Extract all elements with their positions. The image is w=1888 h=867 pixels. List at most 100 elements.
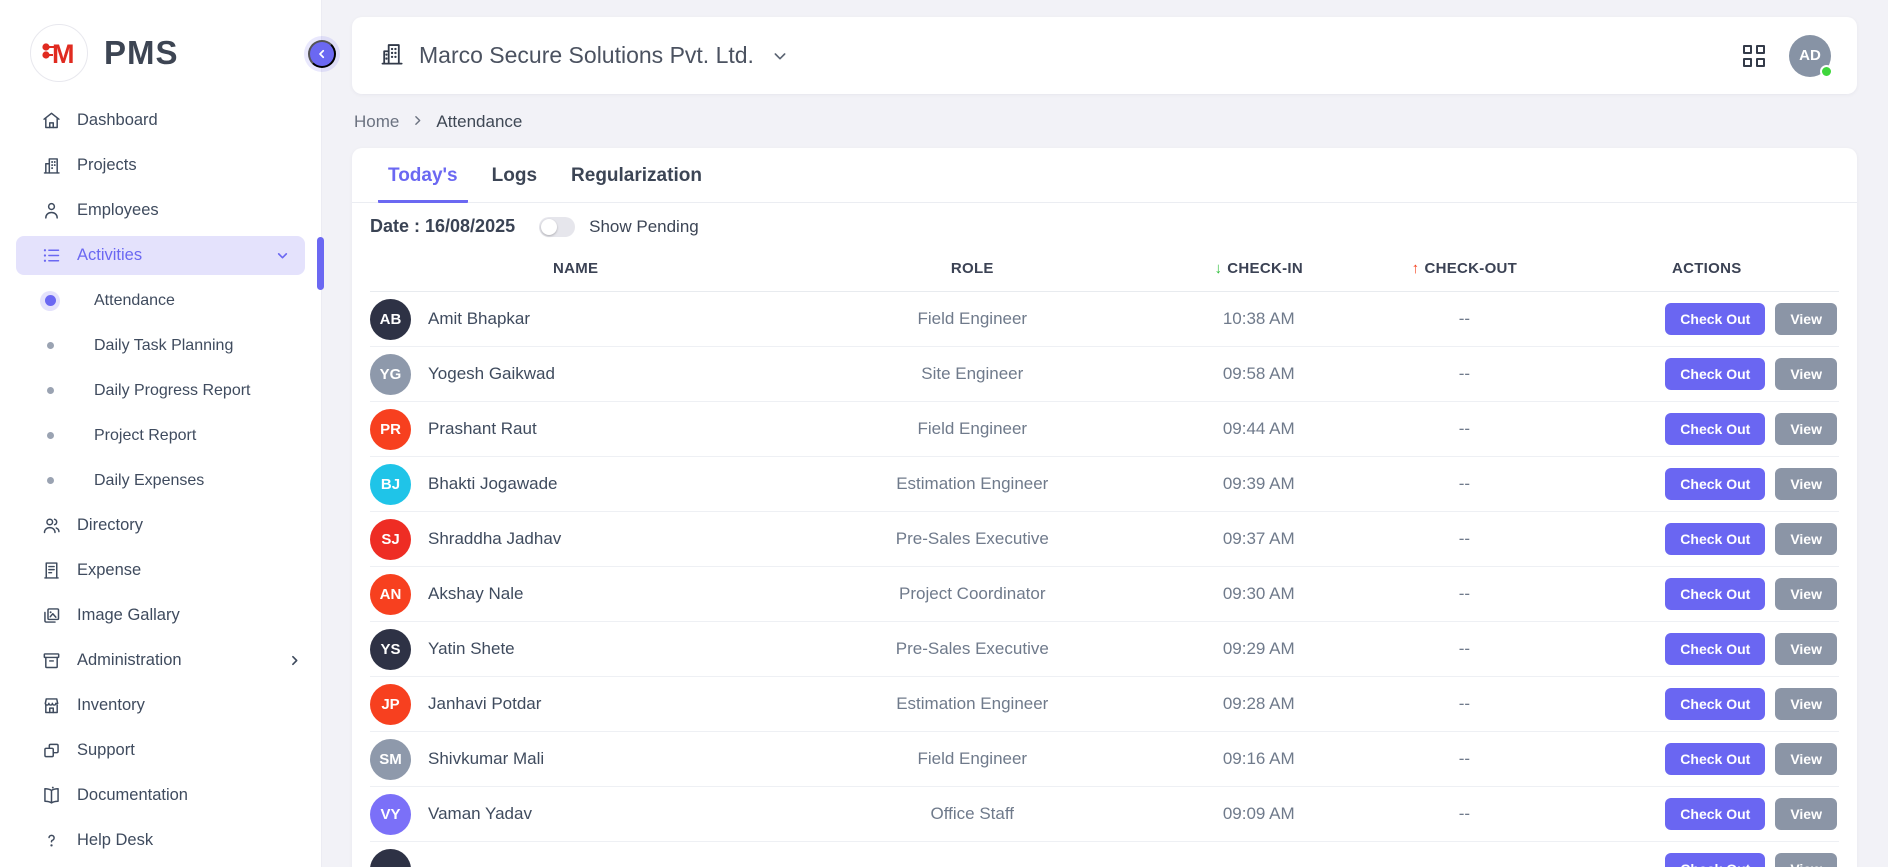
check-out-button[interactable]: Check Out <box>1665 358 1765 390</box>
view-button[interactable]: View <box>1775 633 1837 665</box>
header-check-in: ↓CHECK-IN <box>1163 260 1354 277</box>
check-out-button[interactable]: Check Out <box>1665 633 1765 665</box>
show-pending-label: Show Pending <box>589 217 699 237</box>
sidebar-item-help-desk[interactable]: Help Desk <box>0 818 321 863</box>
check-out-button[interactable]: Check Out <box>1665 468 1765 500</box>
check-out-button[interactable]: Check Out <box>1665 523 1765 555</box>
breadcrumb: Home Attendance <box>352 94 1857 148</box>
view-button[interactable]: View <box>1775 578 1837 610</box>
book-icon <box>40 785 62 807</box>
avatar: JP <box>370 684 411 725</box>
sidebar-item-directory[interactable]: Directory <box>0 503 321 548</box>
check-out-button[interactable]: Check Out <box>1665 798 1765 830</box>
table-row: YG Yogesh Gaikwad Site Engineer 09:58 AM… <box>370 347 1839 402</box>
header-actions: ACTIONS <box>1575 260 1839 277</box>
receipt-icon <box>40 560 62 582</box>
building-icon <box>40 155 62 177</box>
pms-logo-icon: M <box>30 24 88 82</box>
sidebar-item-label: Documentation <box>77 786 188 805</box>
avatar: YS <box>370 629 411 670</box>
sidebar-item-label: Daily Progress Report <box>94 382 251 400</box>
sidebar-item-daily-expenses[interactable]: Daily Expenses <box>0 458 321 503</box>
cell-role: Pre-Sales Executive <box>781 639 1163 659</box>
sidebar-item-attendance[interactable]: Attendance <box>0 278 321 323</box>
cell-check-out: -- <box>1354 584 1574 604</box>
user-avatar[interactable]: AD <box>1789 35 1831 77</box>
sidebar-item-label: Project Report <box>94 427 196 445</box>
check-out-button[interactable]: Check Out <box>1665 743 1765 775</box>
chevron-down-icon <box>276 249 289 262</box>
show-pending-toggle[interactable] <box>539 217 575 237</box>
employee-name: Vaman Yadav <box>428 804 532 824</box>
cell-name <box>370 849 781 867</box>
avatar: AN <box>370 574 411 615</box>
cell-name: JP Janhavi Potdar <box>370 684 781 725</box>
sidebar-item-documentation[interactable]: Documentation <box>0 773 321 818</box>
dot-icon <box>40 426 60 446</box>
cell-name: YG Yogesh Gaikwad <box>370 354 781 395</box>
cell-check-out: -- <box>1354 694 1574 714</box>
app-root: M PMS DashboardProjectsEmployeesActiviti… <box>0 0 1888 867</box>
breadcrumb-current: Attendance <box>436 112 522 132</box>
sidebar-item-project-report[interactable]: Project Report <box>0 413 321 458</box>
sidebar-item-activities[interactable]: Activities <box>16 236 305 275</box>
cell-name: AB Amit Bhapkar <box>370 299 781 340</box>
view-button[interactable]: View <box>1775 523 1837 555</box>
breadcrumb-home[interactable]: Home <box>354 112 399 132</box>
cell-name: BJ Bhakti Jogawade <box>370 464 781 505</box>
breadcrumb-separator-icon <box>411 114 424 130</box>
sidebar-item-label: Activities <box>77 246 142 265</box>
view-button[interactable]: View <box>1775 358 1837 390</box>
cell-actions: Check Out View <box>1575 798 1839 830</box>
sidebar-item-daily-task-planning[interactable]: Daily Task Planning <box>0 323 321 368</box>
sidebar-item-image-gallary[interactable]: Image Gallary <box>0 593 321 638</box>
building-icon <box>378 40 405 72</box>
sidebar-collapse-button[interactable] <box>308 40 336 68</box>
tab-todays[interactable]: Today's <box>378 148 468 203</box>
view-button[interactable]: View <box>1775 468 1837 500</box>
sidebar-item-projects[interactable]: Projects <box>0 143 321 188</box>
sidebar-item-label: Dashboard <box>77 111 158 130</box>
check-out-button[interactable]: Check Out <box>1665 853 1765 867</box>
sidebar-item-daily-progress-report[interactable]: Daily Progress Report <box>0 368 321 413</box>
svg-text:M: M <box>52 39 75 69</box>
cell-name: PR Prashant Raut <box>370 409 781 450</box>
sidebar-item-dashboard[interactable]: Dashboard <box>0 98 321 143</box>
tab-logs[interactable]: Logs <box>482 148 547 203</box>
sidebar-item-employees[interactable]: Employees <box>0 188 321 233</box>
sidebar-item-administration[interactable]: Administration <box>0 638 321 683</box>
tab-regularization[interactable]: Regularization <box>561 148 712 203</box>
sidebar-item-inventory[interactable]: Inventory <box>0 683 321 728</box>
avatar: YG <box>370 354 411 395</box>
check-out-button[interactable]: Check Out <box>1665 303 1765 335</box>
company-selector[interactable]: Marco Secure Solutions Pvt. Ltd. <box>378 40 788 72</box>
view-button[interactable]: View <box>1775 303 1837 335</box>
check-out-button[interactable]: Check Out <box>1665 413 1765 445</box>
view-button[interactable]: View <box>1775 413 1837 445</box>
cell-check-out: -- <box>1354 529 1574 549</box>
view-button[interactable]: View <box>1775 743 1837 775</box>
cell-actions: Check Out View <box>1575 303 1839 335</box>
cell-actions: Check Out View <box>1575 413 1839 445</box>
table-row: PR Prashant Raut Field Engineer 09:44 AM… <box>370 402 1839 457</box>
cell-check-out: -- <box>1354 309 1574 329</box>
arrow-up-icon: ↑ <box>1412 260 1420 277</box>
view-button[interactable]: View <box>1775 688 1837 720</box>
cell-actions: Check Out View <box>1575 468 1839 500</box>
employee-name: Shraddha Jadhav <box>428 529 561 549</box>
apps-grid-icon[interactable] <box>1743 45 1765 67</box>
sidebar-item-label: Employees <box>77 201 159 220</box>
cell-check-out: -- <box>1354 419 1574 439</box>
view-button[interactable]: View <box>1775 798 1837 830</box>
check-out-button[interactable]: Check Out <box>1665 578 1765 610</box>
sidebar-item-support[interactable]: Support <box>0 728 321 773</box>
employee-name: Shivkumar Mali <box>428 749 544 769</box>
employee-name: Akshay Nale <box>428 584 523 604</box>
table-row: AN Akshay Nale Project Coordinator 09:30… <box>370 567 1839 622</box>
sidebar-item-expense[interactable]: Expense <box>0 548 321 593</box>
cell-name: AN Akshay Nale <box>370 574 781 615</box>
check-out-button[interactable]: Check Out <box>1665 688 1765 720</box>
cell-check-in: 09:16 AM <box>1163 749 1354 769</box>
avatar: AB <box>370 299 411 340</box>
view-button[interactable]: View <box>1775 853 1837 867</box>
